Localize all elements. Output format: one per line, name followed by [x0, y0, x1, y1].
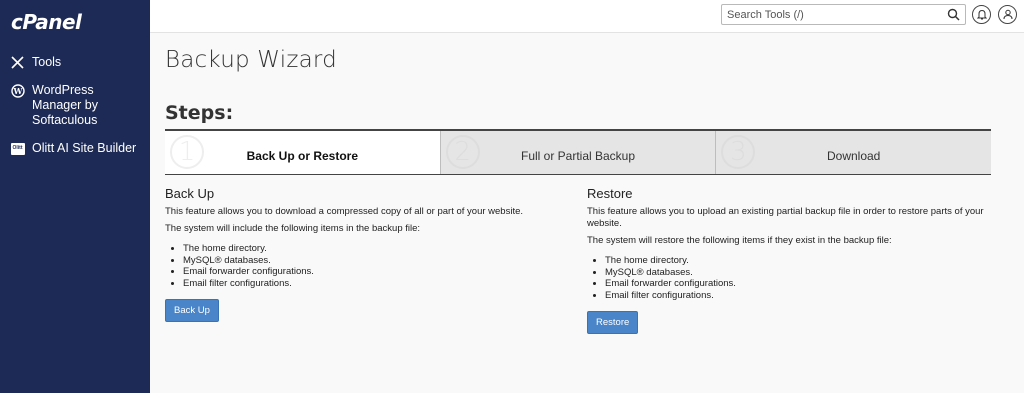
- list-item: MySQL® databases.: [605, 267, 987, 279]
- restore-section: Restore This feature allows you to uploa…: [587, 186, 987, 334]
- list-item: Email filter configurations.: [605, 290, 987, 302]
- notifications-button[interactable]: [972, 5, 991, 24]
- topbar: Search Tools (/): [150, 0, 1024, 33]
- svg-text:W: W: [12, 86, 23, 96]
- restore-items-list: The home directory. MySQL® databases. Em…: [605, 255, 987, 301]
- sidebar: cPanel Tools W WordPress Manager by Soft…: [0, 0, 150, 393]
- olitt-icon: Olitt: [10, 141, 25, 156]
- backup-items-list: The home directory. MySQL® databases. Em…: [183, 243, 565, 289]
- steps-heading: Steps:: [165, 102, 234, 124]
- list-item: Email filter configurations.: [183, 278, 565, 290]
- sidebar-nav: Tools W WordPress Manager by Softaculous…: [0, 52, 150, 166]
- step-label: Download: [826, 149, 881, 163]
- step-label: Full or Partial Backup: [520, 149, 636, 163]
- step-2: 2 Full or Partial Backup: [439, 131, 716, 174]
- list-item: The home directory.: [183, 243, 565, 255]
- step-3: 3 Download: [715, 131, 992, 174]
- sidebar-item-tools[interactable]: Tools: [0, 52, 150, 73]
- list-item: The home directory.: [605, 255, 987, 267]
- search-input[interactable]: Search Tools (/): [721, 4, 966, 25]
- search-icon[interactable]: [947, 8, 960, 21]
- wordpress-icon: W: [10, 83, 25, 98]
- steps-bar: 1 Back Up or Restore 2 Full or Partial B…: [165, 129, 992, 175]
- restore-list-intro: The system will restore the following it…: [587, 235, 892, 246]
- user-menu-button[interactable]: [998, 5, 1017, 24]
- restore-button[interactable]: Restore: [587, 311, 639, 334]
- bell-icon: [976, 9, 987, 20]
- sidebar-item-label: Tools: [32, 55, 62, 69]
- page-title: Backup Wizard: [165, 47, 337, 73]
- sidebar-item-wordpress-manager[interactable]: W WordPress Manager by Softaculous: [0, 80, 150, 131]
- step-1: 1 Back Up or Restore: [165, 131, 440, 174]
- cpanel-logo[interactable]: cPanel: [11, 10, 82, 34]
- olitt-badge: Olitt: [10, 142, 25, 155]
- backup-heading: Back Up: [165, 186, 215, 201]
- sidebar-item-olitt[interactable]: Olitt Olitt AI Site Builder: [0, 138, 150, 159]
- sidebar-item-label: Olitt AI Site Builder: [32, 141, 137, 155]
- backup-section: Back Up This feature allows you to downl…: [165, 186, 565, 322]
- list-item: Email forwarder configurations.: [183, 266, 565, 278]
- backup-description: This feature allows you to download a co…: [165, 206, 524, 217]
- restore-description: This feature allows you to upload an exi…: [587, 206, 984, 229]
- backup-list-intro: The system will include the following it…: [165, 223, 421, 234]
- back-up-button[interactable]: Back Up: [165, 299, 219, 322]
- list-item: Email forwarder configurations.: [605, 278, 987, 290]
- step-label: Back Up or Restore: [246, 149, 359, 163]
- restore-heading: Restore: [587, 186, 633, 201]
- search-placeholder: Search Tools (/): [727, 9, 804, 21]
- user-icon: [1003, 9, 1012, 20]
- list-item: MySQL® databases.: [183, 255, 565, 267]
- sidebar-item-label: WordPress Manager by Softaculous: [32, 83, 99, 127]
- tools-icon: [10, 55, 25, 70]
